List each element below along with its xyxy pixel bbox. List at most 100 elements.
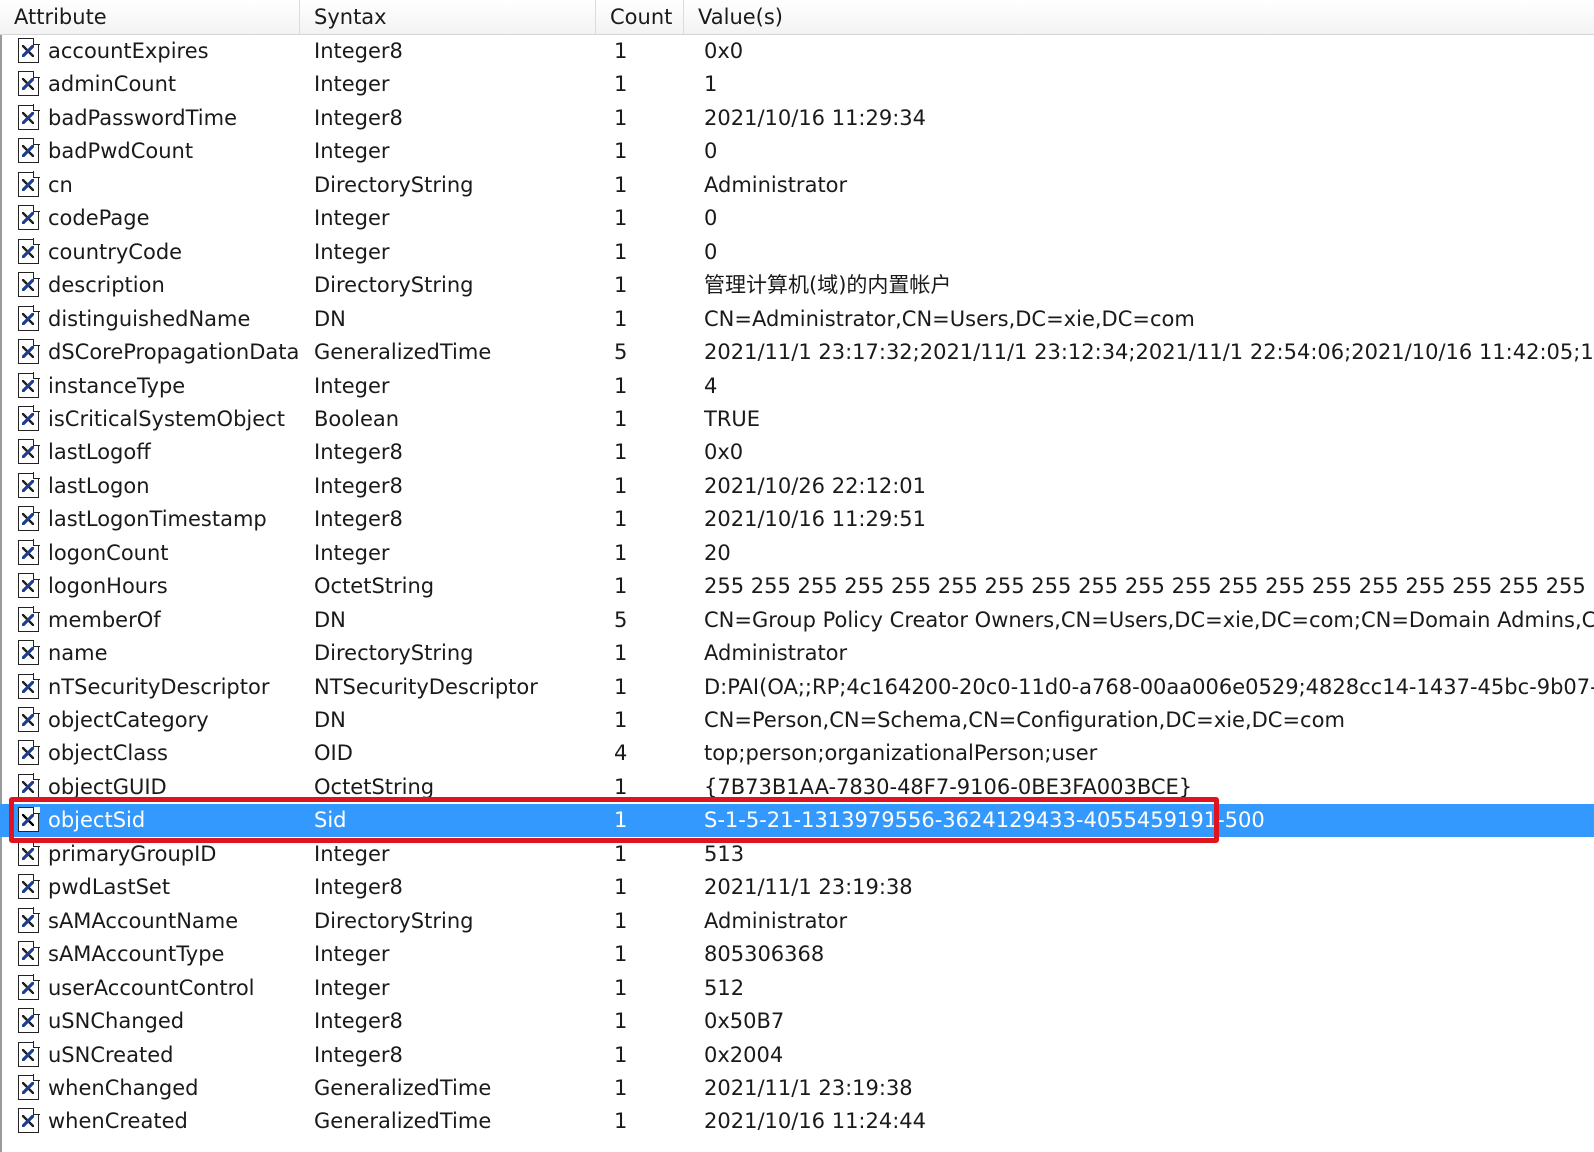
count-cell: 1 [614, 206, 628, 231]
column-header-values[interactable]: Value(s) [684, 0, 1594, 34]
count-cell: 1 [614, 72, 628, 97]
table-row[interactable]: sAMAccountType Integer 1 805306368 [0, 938, 1594, 971]
table-row[interactable]: dSCorePropagationData GeneralizedTime 5 202… [0, 336, 1594, 369]
count-cell: 1 [614, 1042, 628, 1067]
attribute-document-icon [18, 70, 40, 97]
count-cell: 1 [614, 139, 628, 164]
count-cell: 1 [614, 641, 628, 666]
attribute-glyph-icon [22, 111, 34, 124]
attribute-document-icon [18, 840, 40, 866]
attribute-document-icon [18, 204, 40, 231]
table-row[interactable]: badPwdCount Integer 1 0 [0, 135, 1594, 168]
attribute-glyph-icon [22, 948, 34, 961]
column-header: Attribute Syntax Count Value(s) [0, 0, 1594, 35]
table-row[interactable]: badPasswordTime Integer8 1 2021/10/16 11:29… [0, 102, 1594, 135]
syntax-cell: GeneralizedTime [314, 1075, 492, 1100]
attribute-glyph-icon [22, 1081, 34, 1094]
attribute-document-icon [18, 974, 40, 1000]
table-row[interactable]: adminCount Integer 1 1 [0, 68, 1594, 101]
table-row[interactable]: uSNCreated Integer8 1 0x2004 [0, 1039, 1594, 1072]
syntax-cell: OctetString [314, 574, 435, 599]
syntax-cell: Integer8 [314, 507, 403, 532]
attribute-document-icon [18, 37, 40, 63]
table-row[interactable]: logonCount Integer 1 20 [0, 537, 1594, 570]
syntax-cell: GeneralizedTime [314, 1109, 492, 1134]
table-row[interactable]: objectSid Sid 1 S-1-5-21-1313979556-3624129… [0, 804, 1594, 838]
table-row[interactable]: uSNChanged Integer8 1 0x50B7 [0, 1005, 1594, 1038]
column-header-count[interactable]: Count [596, 0, 684, 34]
table-row[interactable]: isCriticalSystemObject Boolean 1 TRUE [0, 403, 1594, 436]
attribute-name-cell: description [48, 273, 165, 298]
table-row[interactable]: userAccountControl Integer 1 512 [0, 972, 1594, 1005]
value-cell: top;person;organizationalPerson;user [704, 741, 1098, 766]
table-row[interactable]: distinguishedName DN 1 CN=Administrator,CN=… [0, 303, 1594, 336]
table-row[interactable]: primaryGroupID Integer 1 513 [0, 838, 1594, 871]
attribute-glyph-icon [22, 1015, 34, 1028]
value-cell: 512 [704, 975, 745, 1000]
attribute-document-icon [18, 940, 40, 967]
table-row[interactable]: cn DirectoryString 1 Administrator [0, 169, 1594, 202]
value-cell: 2021/10/16 11:24:44 [704, 1109, 927, 1134]
attribute-name-cell: countryCode [48, 239, 183, 264]
attribute-glyph-icon [22, 45, 34, 57]
attribute-document-icon [18, 907, 40, 933]
attribute-document-icon [18, 773, 40, 799]
value-cell: 0 [704, 239, 718, 264]
syntax-cell: Integer [314, 139, 390, 164]
count-cell: 1 [614, 172, 628, 197]
syntax-cell: DirectoryString [314, 273, 474, 298]
attribute-document-icon [18, 739, 40, 766]
syntax-cell: Integer [314, 942, 390, 967]
value-cell: 1 [704, 72, 718, 97]
table-row[interactable]: objectCategory DN 1 CN=Person,CN=Schema,CN=… [0, 704, 1594, 737]
attribute-document-icon [18, 271, 40, 298]
table-row[interactable]: codePage Integer 1 0 [0, 202, 1594, 235]
table-row[interactable]: whenCreated GeneralizedTime 1 2021/10/16 11… [0, 1105, 1594, 1138]
count-cell: 1 [614, 473, 628, 498]
attribute-glyph-icon [22, 546, 34, 559]
table-row[interactable]: instanceType Integer 1 4 [0, 370, 1594, 403]
count-cell: 1 [614, 1109, 628, 1134]
attribute-glyph-icon [22, 245, 34, 258]
table-row[interactable]: memberOf DN 5 CN=Group Policy Creator Owner… [0, 604, 1594, 637]
table-row[interactable]: lastLogonTimestamp Integer8 1 2021/10/16 11… [0, 503, 1594, 536]
table-row[interactable]: whenChanged GeneralizedTime 1 2021/11/1 23:… [0, 1072, 1594, 1105]
table-row[interactable]: nTSecurityDescriptor NTSecurityDescriptor… [0, 671, 1594, 704]
syntax-cell: GeneralizedTime [314, 340, 492, 365]
column-header-attribute[interactable]: Attribute [0, 0, 300, 34]
attribute-name-cell: logonCount [48, 540, 169, 565]
value-cell: 2021/10/16 11:29:34 [704, 105, 927, 130]
attribute-glyph-icon [22, 178, 34, 191]
attribute-glyph-icon [22, 379, 34, 392]
attribute-name-cell: distinguishedName [48, 306, 251, 331]
attribute-name-cell: objectSid [48, 808, 146, 833]
table-row[interactable]: lastLogon Integer8 1 2021/10/26 22:12:01 [0, 470, 1594, 503]
value-cell: 2021/11/1 23:19:38 [704, 875, 913, 900]
table-row[interactable]: objectClass OID 4 top;person;organizational… [0, 737, 1594, 770]
table-row[interactable]: pwdLastSet Integer8 1 2021/11/1 23:19:38 [0, 871, 1594, 904]
attribute-name-cell: uSNCreated [48, 1042, 174, 1067]
attribute-document-icon [18, 305, 40, 331]
attribute-glyph-icon [22, 279, 34, 292]
value-cell: Administrator [704, 641, 848, 666]
syntax-cell: Integer [314, 373, 390, 398]
table-row[interactable]: name DirectoryString 1 Administrator [0, 637, 1594, 670]
value-cell: Administrator [704, 908, 848, 933]
table-row[interactable]: sAMAccountName DirectoryString 1 Administra… [0, 905, 1594, 938]
table-row[interactable]: logonHours OctetString 1 255 255 255 255 25… [0, 570, 1594, 603]
attribute-document-icon [18, 706, 40, 732]
syntax-cell: Integer [314, 72, 390, 97]
count-cell: 1 [614, 942, 628, 967]
attribute-name-cell: memberOf [48, 607, 161, 632]
value-cell: CN=Person,CN=Schema,CN=Configuration,DC=… [704, 708, 1345, 732]
table-row[interactable]: objectGUID OctetString 1 {7B73B1AA-7830-48F… [0, 771, 1594, 804]
table-row[interactable]: accountExpires Integer8 1 0x0 [0, 35, 1594, 68]
attribute-name-cell: uSNChanged [48, 1009, 185, 1034]
column-header-syntax[interactable]: Syntax [300, 0, 596, 34]
attribute-glyph-icon [22, 513, 34, 526]
syntax-cell: DN [314, 607, 346, 632]
attribute-document-icon [18, 572, 40, 599]
table-row[interactable]: description DirectoryString 1 管理计算机(域)的内置帐户 [0, 269, 1594, 302]
table-row[interactable]: lastLogoff Integer8 1 0x0 [0, 436, 1594, 469]
table-row[interactable]: countryCode Integer 1 0 [0, 236, 1594, 269]
